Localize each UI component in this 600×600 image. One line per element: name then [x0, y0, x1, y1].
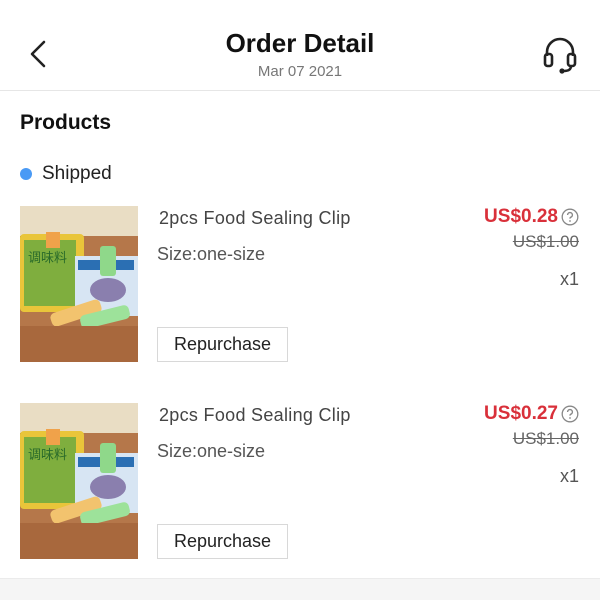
repurchase-button[interactable]: Repurchase: [157, 327, 288, 362]
product-size: Size:one-size: [157, 441, 266, 461]
products-heading: Products: [20, 111, 112, 134]
product-item: 调味料 2pcs Food Sealing Clip Size:one-size…: [0, 403, 600, 573]
price-help-button[interactable]: [561, 208, 579, 226]
product-quantity: x1: [559, 269, 579, 289]
question-circle-icon: [561, 208, 579, 226]
bottom-divider: [0, 578, 600, 600]
page-title: Order Detail: [225, 28, 375, 58]
header: Order Detail Mar 07 2021: [0, 0, 600, 91]
question-circle-icon: [561, 405, 579, 423]
order-date: Mar 07 2021: [257, 63, 343, 80]
price-help-button[interactable]: [561, 405, 579, 423]
food-clip-photo-icon: 调味料: [20, 206, 138, 362]
headset-icon: [543, 37, 577, 74]
product-price: US$0.27: [484, 403, 558, 424]
product-name[interactable]: 2pcs Food Sealing Clip: [159, 405, 351, 426]
product-price: US$0.28: [484, 206, 558, 227]
product-size: Size:one-size: [157, 244, 266, 264]
shipment-status: Shipped: [20, 163, 112, 185]
svg-text:调味料: 调味料: [28, 251, 67, 266]
repurchase-button[interactable]: Repurchase: [157, 524, 288, 559]
product-quantity: x1: [559, 466, 579, 486]
order-detail-page: Order Detail Mar 07 2021 Products Shippe…: [0, 0, 600, 600]
original-price: US$1.00: [512, 429, 579, 448]
original-price: US$1.00: [512, 232, 579, 251]
status-label: Shipped: [42, 163, 112, 184]
status-dot: [20, 168, 32, 180]
food-clip-photo-icon: 调味料: [20, 403, 138, 559]
svg-text:调味料: 调味料: [28, 448, 67, 463]
product-name[interactable]: 2pcs Food Sealing Clip: [159, 208, 351, 229]
product-image[interactable]: 调味料: [20, 206, 138, 362]
product-image[interactable]: 调味料: [20, 403, 138, 559]
product-item: 调味料 2pcs Food Sealing Clip Size:one-size…: [0, 206, 600, 376]
customer-service-button[interactable]: [540, 34, 580, 76]
